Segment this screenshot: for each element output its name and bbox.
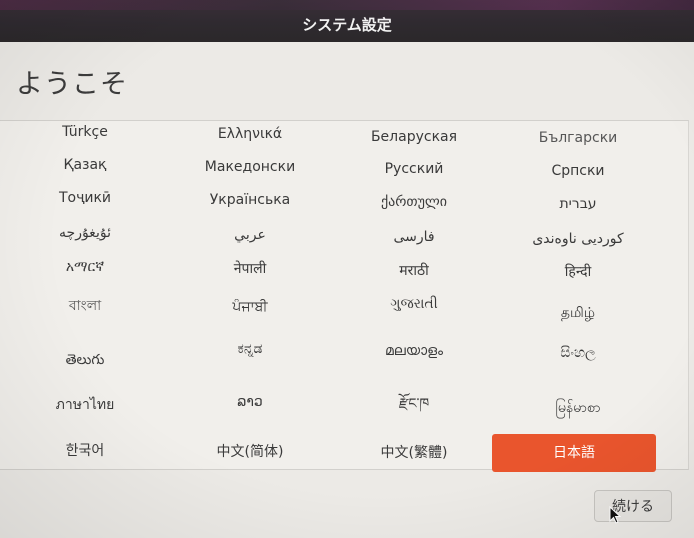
language-item[interactable]: עברית (496, 185, 660, 223)
page-title: ようこそ (16, 69, 128, 100)
title-bar-glow (0, 0, 694, 10)
language-item[interactable]: ລາວ (168, 383, 332, 421)
language-item[interactable]: 中文(繁體) (332, 434, 496, 472)
language-item[interactable]: తెలుగు (3, 341, 167, 379)
language-list: Türkçe Ελληνικά Беларуская Български Қаз… (0, 120, 689, 472)
language-item-selected[interactable]: 日本語 (492, 434, 656, 472)
language-item[interactable]: فارسی (332, 218, 496, 256)
language-item[interactable]: മലയാളം (332, 332, 496, 370)
title-bar: システム設定 (0, 0, 694, 42)
language-item[interactable]: Українська (168, 181, 332, 219)
window-title: システム設定 (302, 16, 392, 34)
language-item[interactable]: සිංහල (496, 334, 660, 372)
language-item[interactable]: ქართული (332, 183, 496, 221)
language-item[interactable]: ภาษาไทย (3, 386, 167, 424)
language-item[interactable]: বাংলা (3, 287, 167, 325)
language-item[interactable]: မြန်မာစာ (496, 389, 660, 427)
language-item[interactable]: ಕನ್ನಡ (168, 330, 332, 368)
language-item[interactable]: عربي (168, 216, 332, 254)
continue-button[interactable]: 続ける (594, 490, 672, 522)
language-item[interactable]: தமிழ் (496, 294, 660, 332)
language-item[interactable]: नेपाली (168, 250, 332, 288)
language-item[interactable]: Тоҷикӣ (3, 179, 167, 217)
language-item[interactable]: አማርኛ (3, 248, 167, 286)
language-item[interactable]: ਪੰਜਾਬੀ (168, 288, 332, 326)
language-item[interactable]: 中文(简体) (168, 433, 332, 471)
language-item[interactable]: ગુજરાતી (332, 285, 496, 323)
language-item[interactable]: हिन्दी (496, 253, 660, 291)
language-item[interactable]: རྫོང་ཁ (332, 385, 496, 423)
language-item[interactable]: ئۇيغۇرچە (3, 214, 167, 252)
language-item[interactable]: 한국어 (3, 432, 167, 470)
mouse-cursor-icon (609, 506, 621, 524)
